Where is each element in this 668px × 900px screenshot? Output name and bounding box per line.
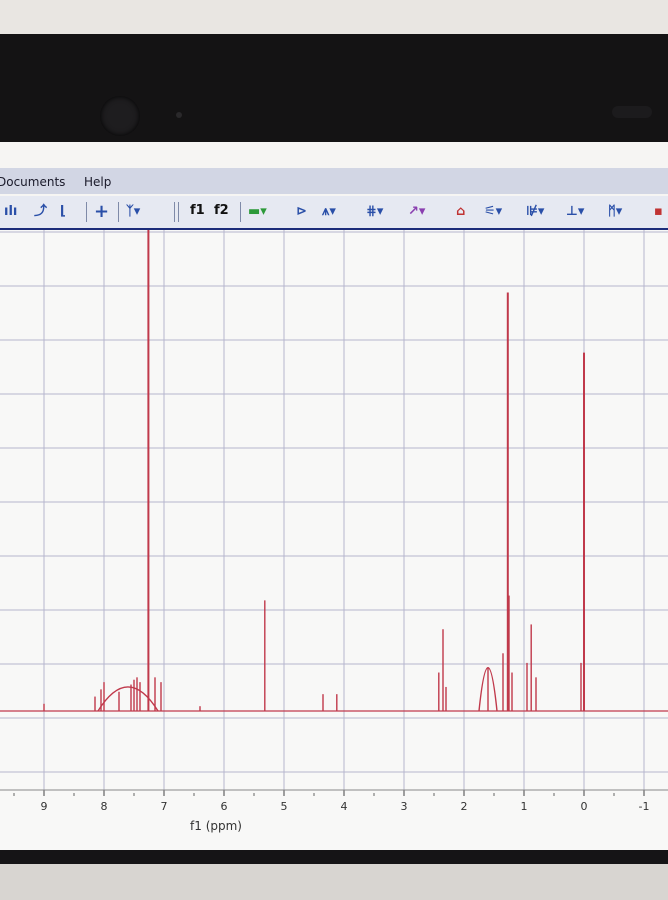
x-tick-label: 8	[101, 800, 108, 813]
baseline-icon[interactable]: ⌊	[60, 202, 66, 222]
x-tick-label: 5	[281, 800, 288, 813]
x-tick-label: 4	[341, 800, 348, 813]
integrate-icon[interactable]: ⤴	[34, 202, 47, 222]
x-tick-label: 0	[581, 800, 588, 813]
analysis-icon[interactable]: ⋕▾	[366, 202, 383, 222]
x-tick-label: 6	[221, 800, 228, 813]
x-tick-label: 1	[521, 800, 528, 813]
peak-pick-icon[interactable]: ılı	[4, 202, 17, 222]
menu-help[interactable]: Help	[84, 175, 111, 189]
toolbar-separator	[118, 202, 119, 222]
stack-icon[interactable]: ⊥▾	[566, 202, 584, 222]
x-tick-label: 2	[461, 800, 468, 813]
laptop-chin	[0, 864, 668, 900]
x-tick-label: 3	[401, 800, 408, 813]
sensor-bar-icon	[612, 106, 652, 118]
predict-icon[interactable]: ↗▾	[408, 202, 425, 222]
fit-icon[interactable]: ⊳	[296, 202, 307, 222]
toolbar-separator	[86, 202, 87, 222]
report-icon[interactable]: ⌂	[456, 202, 465, 222]
menu-documents[interactable]: Documents	[0, 175, 65, 189]
app-window: Documents Help ılı ⤴ ⌊ + ᛉ▾ f1 f2 ▬▾ ⊳ ⩚…	[0, 142, 668, 850]
x-tick-label: 9	[41, 800, 48, 813]
toolbar-separator	[178, 202, 179, 222]
laptop-bezel	[0, 34, 668, 142]
toolbar-separator	[174, 202, 175, 222]
x-tick-label: -1	[639, 800, 650, 813]
toolbar: ılı ⤴ ⌊ + ᛉ▾ f1 f2 ▬▾ ⊳ ⩚▾ ⋕▾ ↗▾ ⌂ ⚟▾ ⊯▾…	[0, 196, 668, 230]
plot-canvas	[0, 230, 668, 850]
f2-button[interactable]: f2	[214, 203, 229, 218]
label-icon[interactable]: ⚟▾	[484, 202, 502, 222]
zoom-icon[interactable]: ▬▾	[248, 202, 267, 222]
laptop-bezel-bottom	[0, 850, 668, 864]
f1-button[interactable]: f1	[190, 203, 205, 218]
toolbar-separator	[240, 202, 241, 222]
x-axis-label: f1 (ppm)	[190, 819, 242, 833]
sensor-icon	[176, 112, 182, 118]
simulate-icon[interactable]: ⊯▾	[526, 202, 544, 222]
webcam-icon	[100, 96, 140, 136]
color-icon[interactable]: ᛗ▾	[608, 202, 622, 222]
spectrum-plot[interactable]: 9 8 7 6 5 4 3 2 1 0 -1 f1 (ppm)	[0, 230, 668, 850]
x-tick-label: 7	[161, 800, 168, 813]
phase-icon[interactable]: ᛉ▾	[126, 202, 140, 222]
menu-bar: Documents Help	[0, 168, 668, 194]
overflow-icon[interactable]: ▪	[654, 202, 663, 222]
crosshair-icon[interactable]: +	[94, 202, 109, 222]
multiplet-icon[interactable]: ⩚▾	[322, 202, 336, 222]
